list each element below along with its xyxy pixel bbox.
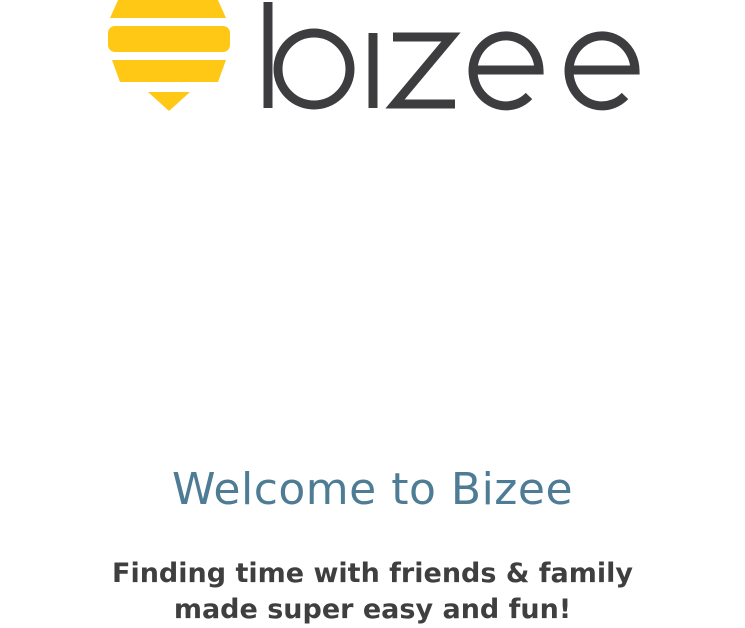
honeycomb-bee-icon: [108, 0, 230, 111]
bizee-logo: [0, 0, 745, 130]
bizee-logo-graphic: [108, 0, 640, 111]
bizee-wordmark: [263, 2, 640, 111]
tagline-line-1: Finding time with friends & family: [112, 558, 633, 589]
welcome-tagline: Finding time with friends & family made …: [0, 556, 745, 628]
welcome-title: Welcome to Bizee: [171, 464, 574, 515]
tagline-line-2: made super easy and fun!: [173, 594, 572, 625]
